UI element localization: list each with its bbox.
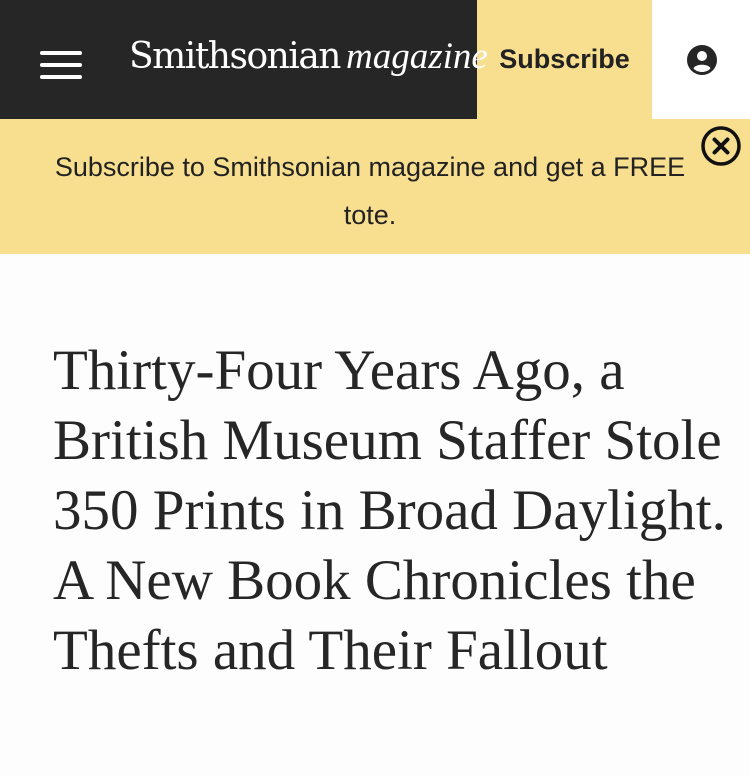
menu-line xyxy=(40,75,82,79)
subscribe-button[interactable]: Subscribe xyxy=(477,0,652,119)
header-bar: Smithsonian magazine xyxy=(0,0,488,119)
promo-banner: Subscribe to Smithsonian magazine and ge… xyxy=(0,119,750,254)
menu-line xyxy=(40,63,82,67)
logo-sub: magazine xyxy=(345,36,488,77)
hamburger-menu-icon[interactable] xyxy=(36,46,86,82)
article-headline: Thirty-Four Years Ago, a British Museum … xyxy=(53,339,726,682)
site-logo[interactable]: Smithsonian magazine xyxy=(129,38,488,75)
logo-main: Smithsonian xyxy=(129,36,341,77)
user-account-icon xyxy=(687,45,717,75)
promo-text: Subscribe to Smithsonian magazine and ge… xyxy=(54,152,686,230)
account-button[interactable] xyxy=(652,0,750,119)
menu-line xyxy=(40,51,82,55)
site-header: Smithsonian magazine Subscribe xyxy=(0,0,750,119)
close-icon[interactable] xyxy=(700,125,742,167)
